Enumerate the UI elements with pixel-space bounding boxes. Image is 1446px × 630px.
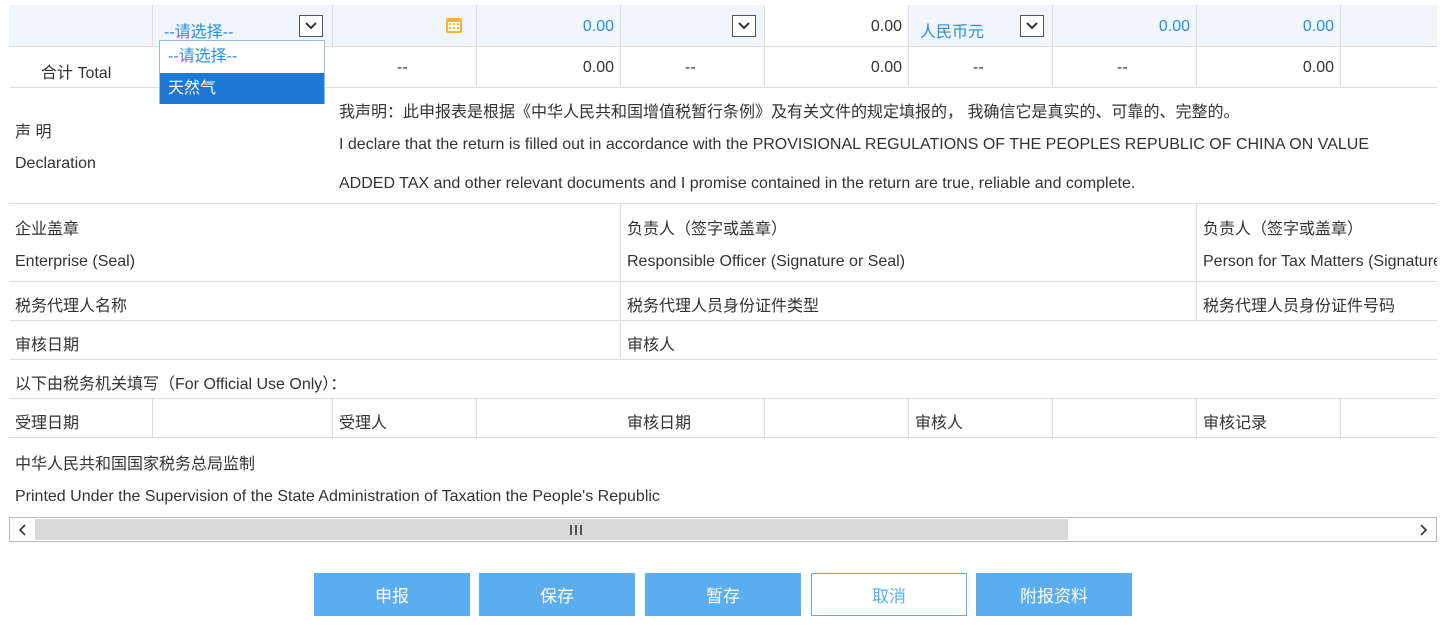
official-reviewer-label: 审核人 xyxy=(915,415,964,432)
total-amount-value: 0.00 xyxy=(582,59,614,76)
calendar-icon[interactable] xyxy=(445,16,463,34)
officer-cn: 负责人（签字或盖章） xyxy=(627,221,788,238)
amount-cell-1[interactable]: 0.00 xyxy=(477,5,621,46)
total-label: 合计 Total xyxy=(41,65,112,82)
scrollbar-thumb[interactable] xyxy=(35,519,1068,540)
signature-row: 企业盖章 Enterprise (Seal) 负责人（签字或盖章） Respon… xyxy=(9,204,1437,282)
declaration-label-cn: 声 明 xyxy=(15,124,52,141)
official-reviewer-value-cell xyxy=(1053,399,1197,437)
declaration-row: 声 明 Declaration 我声明：此申报表是根据《中华人民共和国增值税暂行… xyxy=(9,88,1437,204)
currency-select-value: 人民币元 xyxy=(920,24,985,41)
supervision-en: Printed Under the Supervision of the Sta… xyxy=(15,488,660,505)
category-dropdown-list: --请选择-- 天然气 xyxy=(159,40,325,104)
reviewer-cell: 审核人 xyxy=(621,321,1437,359)
agent-id-number-cell: 税务代理人员身份证件号码 xyxy=(1197,282,1437,320)
agent-name-cell: 税务代理人名称 xyxy=(9,282,621,320)
official-heading-row: 以下由税务机关填写（For Official Use Only）： xyxy=(9,360,1437,399)
grip-icon xyxy=(570,525,582,535)
submit-button[interactable]: 申报 xyxy=(314,573,470,616)
enterprise-seal-cn: 企业盖章 xyxy=(15,221,80,238)
total-amount-value: 0.00 xyxy=(1302,59,1334,76)
scroll-left-button[interactable] xyxy=(10,518,34,541)
official-reviewer-label-cell: 审核人 xyxy=(909,399,1053,437)
total-amount-1: 0.00 xyxy=(477,47,621,87)
cancel-button[interactable]: 取消 xyxy=(811,573,967,616)
currency-select[interactable]: 人民币元 xyxy=(909,5,1053,46)
total-dash-1: -- xyxy=(333,47,477,87)
official-review-date-label: 审核日期 xyxy=(627,415,692,432)
dropdown-option-placeholder[interactable]: --请选择-- xyxy=(160,41,324,72)
declaration-label-en: Declaration xyxy=(15,155,96,172)
amount-cell-3[interactable]: 0.00 xyxy=(1053,5,1197,46)
dropdown-option-natural-gas[interactable]: 天然气 xyxy=(160,73,324,104)
total-label-cell: 合计 Total xyxy=(9,47,153,87)
tax-person-cell: 负责人（签字或盖章） Person for Tax Matters (Signa… xyxy=(1197,204,1437,281)
horizontal-scrollbar[interactable] xyxy=(9,517,1437,542)
total-amount-3: 0.00 xyxy=(1197,47,1341,87)
amount-cell-2[interactable]: 0.00 xyxy=(765,5,909,46)
tax-person-cn: 负责人（签字或盖章） xyxy=(1203,221,1364,238)
amount-value: 0.00 xyxy=(870,18,902,35)
acceptor-label: 受理人 xyxy=(339,415,388,432)
review-row: 审核日期 审核人 xyxy=(9,321,1437,360)
enterprise-seal-cell: 企业盖章 Enterprise (Seal) xyxy=(9,204,621,281)
supervision-row: 中华人民共和国国家税务总局监制 Printed Under the Superv… xyxy=(9,438,1437,516)
category-select-toggle[interactable] xyxy=(299,15,323,37)
scroll-right-button[interactable] xyxy=(1412,518,1436,541)
supervision-cn: 中华人民共和国国家税务总局监制 xyxy=(15,456,256,473)
total-dash-2: -- xyxy=(621,47,765,87)
dash-text: -- xyxy=(685,59,696,76)
type-select-toggle[interactable] xyxy=(732,15,756,37)
agent-id-type-cell: 税务代理人员身份证件类型 xyxy=(621,282,1197,320)
agent-name-label: 税务代理人名称 xyxy=(15,298,128,315)
total-amount-value: 0.00 xyxy=(870,59,902,76)
chevron-left-icon xyxy=(18,523,26,536)
amount-cell-4[interactable]: 0.00 xyxy=(1197,5,1341,46)
total-amount-2: 0.00 xyxy=(765,47,909,87)
attach-materials-button[interactable]: 附报资料 xyxy=(976,573,1132,616)
declaration-text-cn: 我声明：此申报表是根据《中华人民共和国增值税暂行条例》及有关文件的规定填报的， … xyxy=(339,104,1240,121)
declaration-text-en-1: I declare that the return is filled out … xyxy=(339,136,1370,153)
amount-value: 0.00 xyxy=(582,18,614,35)
agent-row: 税务代理人名称 税务代理人员身份证件类型 税务代理人员身份证件号码 xyxy=(9,282,1437,321)
acceptor-value-cell: 审核日期 xyxy=(477,399,765,437)
tax-person-en: Person for Tax Matters (Signature or Sea… xyxy=(1203,253,1437,270)
acceptor-label-cell: 受理人 xyxy=(333,399,477,437)
officer-cell: 负责人（签字或盖章） Responsible Officer (Signatur… xyxy=(621,204,1197,281)
enterprise-seal-en: Enterprise (Seal) xyxy=(15,253,136,270)
temp-save-button[interactable]: 暂存 xyxy=(645,573,801,616)
agent-id-number-label: 税务代理人员身份证件号码 xyxy=(1203,298,1396,315)
total-dash-4: -- xyxy=(1053,47,1197,87)
currency-select-toggle[interactable] xyxy=(1020,15,1044,37)
amount-value: 0.00 xyxy=(1302,18,1334,35)
row-index-cell xyxy=(9,5,153,46)
agent-id-type-label: 税务代理人员身份证件类型 xyxy=(627,298,820,315)
accept-date-value-cell xyxy=(153,399,333,437)
official-fields-row: 受理日期 受理人 审核日期 审核人 审核记录 xyxy=(9,399,1437,438)
accept-date-label: 受理日期 xyxy=(15,415,80,432)
dash-text: -- xyxy=(973,59,984,76)
reviewer-label: 审核人 xyxy=(627,337,676,354)
review-record-label: 审核记录 xyxy=(1203,415,1268,432)
save-button[interactable]: 保存 xyxy=(479,573,635,616)
date-cell[interactable] xyxy=(333,5,477,46)
accept-date-label-cell: 受理日期 xyxy=(9,399,153,437)
review-date-label: 审核日期 xyxy=(15,337,80,354)
chevron-down-icon xyxy=(738,22,750,30)
category-select-value: --请选择-- xyxy=(164,24,234,41)
chevron-down-icon xyxy=(305,22,317,30)
dash-text: -- xyxy=(1117,59,1128,76)
official-review-date-value-cell xyxy=(765,399,909,437)
review-date-cell: 审核日期 xyxy=(9,321,621,359)
type-select[interactable] xyxy=(621,5,765,46)
official-heading: 以下由税务机关填写（For Official Use Only）： xyxy=(15,376,347,393)
declaration-text-en-2: ADDED TAX and other relevant documents a… xyxy=(339,175,1136,192)
chevron-down-icon xyxy=(1026,22,1038,30)
officer-en: Responsible Officer (Signature or Seal) xyxy=(627,253,906,270)
chevron-right-icon xyxy=(1420,523,1428,536)
amount-value: 0.00 xyxy=(1158,18,1190,35)
review-record-label-cell: 审核记录 xyxy=(1197,399,1341,437)
dash-text: -- xyxy=(397,59,408,76)
total-dash-3: -- xyxy=(909,47,1053,87)
